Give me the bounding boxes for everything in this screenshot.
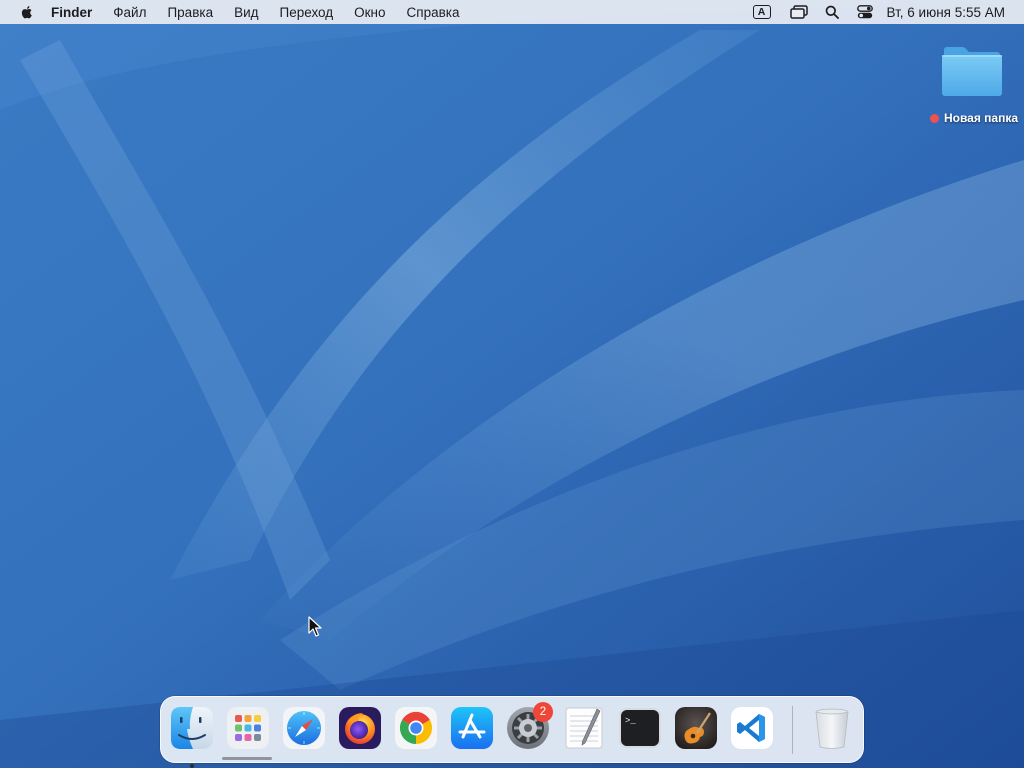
firefox-icon bbox=[339, 707, 381, 749]
dock-item-app-store[interactable] bbox=[449, 705, 495, 751]
menu-edit[interactable]: Правка bbox=[167, 5, 213, 20]
menu-window[interactable]: Окно bbox=[354, 5, 385, 20]
dock-item-launchpad[interactable] bbox=[225, 705, 271, 751]
dock-item-finder[interactable] bbox=[169, 705, 215, 768]
menu-bar-clock[interactable]: Вт, 6 июня 5:55 AM bbox=[887, 5, 1005, 20]
menu-view[interactable]: Вид bbox=[234, 5, 258, 20]
chrome-icon bbox=[395, 707, 437, 749]
menu-app-finder[interactable]: Finder bbox=[51, 5, 92, 20]
mouse-pointer-icon bbox=[308, 616, 322, 637]
dock-item-trash[interactable] bbox=[809, 705, 855, 751]
apple-logo-icon[interactable] bbox=[19, 4, 35, 20]
notification-badge: 2 bbox=[533, 702, 553, 722]
svg-text:>_: >_ bbox=[625, 716, 636, 726]
folder-label[interactable]: Новая папка bbox=[944, 111, 1018, 125]
vscode-icon bbox=[731, 707, 773, 749]
garageband-icon bbox=[675, 707, 717, 749]
dock-item-terminal[interactable]: >_ bbox=[617, 705, 663, 751]
dock-item-system-preferences[interactable]: 2 bbox=[505, 702, 553, 751]
folder-label-row: Новая папка bbox=[924, 110, 1024, 126]
dock-item-safari[interactable] bbox=[281, 705, 327, 751]
dock-item-chrome[interactable] bbox=[393, 705, 439, 751]
dock-item-textedit[interactable] bbox=[561, 705, 607, 751]
menu-bar: Finder Файл Правка Вид Переход Окно Спра… bbox=[0, 0, 1024, 24]
menu-help[interactable]: Справка bbox=[407, 5, 460, 20]
safari-icon bbox=[283, 707, 325, 749]
dock-separator bbox=[792, 706, 793, 754]
dock-item-firefox[interactable] bbox=[337, 705, 383, 751]
textedit-icon bbox=[565, 707, 603, 749]
folder-icon bbox=[942, 47, 1002, 96]
finder-icon bbox=[171, 707, 213, 749]
dock: 2 >_ bbox=[160, 696, 864, 768]
menu-file[interactable]: Файл bbox=[113, 5, 146, 20]
control-center-icon[interactable] bbox=[856, 5, 873, 19]
trash-icon bbox=[815, 708, 849, 749]
launchpad-icon bbox=[227, 707, 269, 749]
terminal-icon: >_ bbox=[619, 708, 661, 748]
menu-go[interactable]: Переход bbox=[280, 5, 334, 20]
dock-scroll-indicator bbox=[222, 757, 272, 760]
app-store-icon bbox=[451, 707, 493, 749]
dock-item-garageband[interactable] bbox=[673, 705, 719, 751]
red-tag-dot bbox=[929, 113, 939, 123]
desktop-wallpaper bbox=[0, 0, 1024, 768]
input-source-icon[interactable]: A bbox=[752, 5, 771, 19]
running-indicator bbox=[190, 764, 194, 768]
dock-item-vscode[interactable] bbox=[729, 705, 775, 751]
menu-bar-status-area: A Вт, 6 июня 5:55 AM bbox=[752, 0, 1024, 24]
screen-mirroring-icon[interactable] bbox=[789, 5, 808, 19]
spotlight-search-icon[interactable] bbox=[825, 5, 839, 19]
desktop-folder-item[interactable]: Новая папка bbox=[924, 44, 1024, 128]
